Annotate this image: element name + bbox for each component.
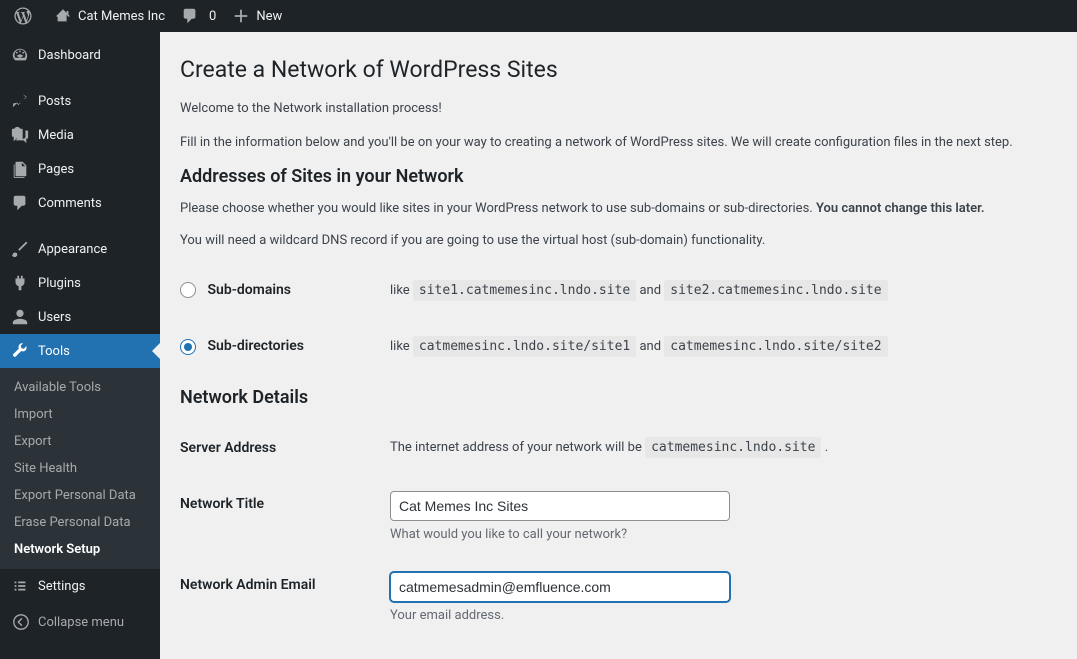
subdirectories-option[interactable]: Sub-directories <box>180 338 304 354</box>
menu-label: Users <box>38 310 71 325</box>
menu-label: Pages <box>38 162 74 177</box>
subdirs-row-heading: Sub-directories <box>180 318 390 374</box>
settings-icon <box>10 577 30 595</box>
subdomains-option[interactable]: Sub-domains <box>180 282 291 298</box>
menu-users[interactable]: Users <box>0 300 160 334</box>
wp-logo[interactable] <box>6 0 46 32</box>
submenu-site-health[interactable]: Site Health <box>0 455 160 482</box>
admin-email-desc: Your email address. <box>390 608 1047 623</box>
submenu-available-tools[interactable]: Available Tools <box>0 374 160 401</box>
new-label: New <box>256 9 282 24</box>
menu-comments[interactable]: Comments <box>0 186 160 220</box>
network-title-label: Network Title <box>180 476 390 557</box>
menu-appearance[interactable]: Appearance <box>0 232 160 266</box>
main-content: Create a Network of WordPress Sites Welc… <box>160 32 1077 659</box>
subdomains-row-heading: Sub-domains <box>180 262 390 318</box>
server-address-label: Server Address <box>180 420 390 476</box>
menu-separator <box>0 220 160 232</box>
plus-icon <box>232 7 250 25</box>
comments-icon <box>10 194 30 212</box>
menu-label: Media <box>38 128 74 143</box>
site-name-label: Cat Memes Inc <box>78 9 165 24</box>
submenu-export-personal-data[interactable]: Export Personal Data <box>0 482 160 509</box>
welcome-text: Welcome to the Network installation proc… <box>180 99 1057 119</box>
pages-icon <box>10 160 30 178</box>
menu-pages[interactable]: Pages <box>0 152 160 186</box>
wordpress-icon <box>14 7 32 25</box>
menu-dashboard[interactable]: Dashboard <box>0 38 160 72</box>
comment-icon <box>181 7 199 25</box>
network-title-input[interactable] <box>390 491 730 521</box>
admin-menu: Dashboard Posts Media Pages Comments App… <box>0 32 160 659</box>
new-content-link[interactable]: New <box>224 0 290 32</box>
brush-icon <box>10 240 30 258</box>
menu-label: Plugins <box>38 276 81 291</box>
submenu-network-setup[interactable]: Network Setup <box>0 536 160 563</box>
admin-email-label: Network Admin Email <box>180 557 390 638</box>
admin-toolbar: Cat Memes Inc 0 New <box>0 0 1077 32</box>
dashboard-icon <box>10 46 30 64</box>
menu-tools[interactable]: Tools <box>0 334 160 368</box>
network-admin-email-input[interactable] <box>390 572 730 602</box>
menu-plugins[interactable]: Plugins <box>0 266 160 300</box>
menu-label: Appearance <box>38 242 107 257</box>
menu-separator <box>0 72 160 84</box>
subdirectories-radio[interactable] <box>180 339 196 355</box>
subdomains-radio[interactable] <box>180 282 196 298</box>
submenu-erase-personal-data[interactable]: Erase Personal Data <box>0 509 160 536</box>
wrench-icon <box>10 342 30 360</box>
user-icon <box>10 308 30 326</box>
subdirs-example: like catmemesinc.lndo.site/site1 and cat… <box>390 318 1057 374</box>
subdirectories-label: Sub-directories <box>207 338 304 354</box>
menu-posts[interactable]: Posts <box>0 84 160 118</box>
menu-label: Tools <box>38 344 70 359</box>
comments-link[interactable]: 0 <box>173 0 224 32</box>
wildcard-description: You will need a wildcard DNS record if y… <box>180 231 1057 251</box>
subdomains-label: Sub-domains <box>207 282 291 298</box>
menu-label: Comments <box>38 196 102 211</box>
menu-label: Settings <box>38 579 85 594</box>
collapse-icon <box>12 613 30 631</box>
collapse-label: Collapse menu <box>38 615 124 630</box>
network-title-desc: What would you like to call your network… <box>390 527 1047 542</box>
subdomains-example: like site1.catmemesinc.lndo.site and sit… <box>390 262 1057 318</box>
site-name-link[interactable]: Cat Memes Inc <box>46 0 173 32</box>
menu-settings[interactable]: Settings <box>0 569 160 603</box>
comment-count: 0 <box>209 9 216 24</box>
tools-submenu: Available Tools Import Export Site Healt… <box>0 368 160 569</box>
collapse-menu-button[interactable]: Collapse menu <box>0 603 160 641</box>
submenu-import[interactable]: Import <box>0 401 160 428</box>
menu-media[interactable]: Media <box>0 118 160 152</box>
plug-icon <box>10 274 30 292</box>
submenu-export[interactable]: Export <box>0 428 160 455</box>
network-details-heading: Network Details <box>180 387 1057 408</box>
network-details-table: Server Address The internet address of y… <box>180 420 1057 638</box>
menu-label: Dashboard <box>38 48 101 63</box>
addresses-heading: Addresses of Sites in your Network <box>180 166 1057 187</box>
page-title: Create a Network of WordPress Sites <box>180 56 1057 83</box>
intro-text: Fill in the information below and you'll… <box>180 133 1057 153</box>
server-address-value: The internet address of your network wil… <box>390 420 1057 476</box>
pin-icon <box>10 92 30 110</box>
menu-label: Posts <box>38 94 71 109</box>
media-icon <box>10 126 30 144</box>
home-icon <box>54 7 72 25</box>
address-type-table: Sub-domains like site1.catmemesinc.lndo.… <box>180 262 1057 375</box>
choose-description: Please choose whether you would like sit… <box>180 199 1057 219</box>
